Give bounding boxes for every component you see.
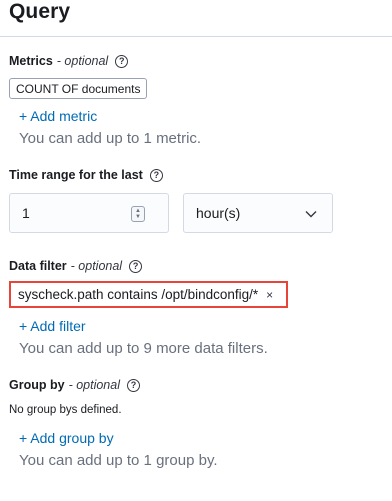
data-filter-help-icon[interactable]: ? [129, 259, 143, 273]
time-range-value-input[interactable]: 1 ▲ ▼ [9, 193, 169, 233]
group-by-hint: You can add up to 1 group by. [19, 452, 218, 469]
metrics-help-icon[interactable]: ? [115, 54, 129, 68]
chevron-down-icon [305, 211, 317, 218]
metrics-hint: You can add up to 1 metric. [19, 130, 202, 147]
close-icon[interactable]: × [266, 288, 273, 302]
group-by-optional: - optional [68, 378, 120, 392]
page-title: Query [9, 0, 71, 23]
metrics-label: Metrics - optional ? [9, 54, 129, 68]
time-unit-select[interactable]: hour(s) [183, 193, 333, 233]
add-group-by-link[interactable]: + Add group by [19, 430, 114, 446]
data-filter-label-text: Data filter [9, 259, 67, 273]
filter-chip[interactable]: syscheck.path contains /opt/bindconfig/*… [9, 281, 288, 308]
group-by-empty-text: No group bys defined. [9, 404, 122, 416]
filter-chip-text: syscheck.path contains /opt/bindconfig/* [18, 287, 259, 302]
data-filter-optional: - optional [70, 259, 123, 273]
time-range-label: Time range for the last ? [9, 168, 163, 182]
group-by-label: Group by - optional ? [9, 378, 140, 392]
time-unit-value: hour(s) [196, 205, 241, 221]
time-range-value: 1 [22, 205, 30, 221]
metrics-label-text: Metrics [9, 54, 53, 68]
time-range-label-text: Time range for the last [9, 168, 143, 182]
time-range-help-icon[interactable]: ? [149, 168, 163, 182]
title-divider [0, 36, 392, 37]
add-metric-link[interactable]: + Add metric [19, 108, 97, 124]
metric-chip[interactable]: COUNT OF documents [9, 78, 148, 99]
data-filter-hint: You can add up to 9 more data filters. [19, 340, 268, 357]
data-filter-label: Data filter - optional ? [9, 259, 143, 273]
number-stepper-icon[interactable]: ▲ ▼ [131, 206, 145, 222]
group-by-label-text: Group by [9, 378, 65, 392]
add-filter-link[interactable]: + Add filter [19, 318, 86, 334]
group-by-help-icon[interactable]: ? [127, 378, 140, 392]
metrics-optional: - optional [56, 54, 109, 68]
